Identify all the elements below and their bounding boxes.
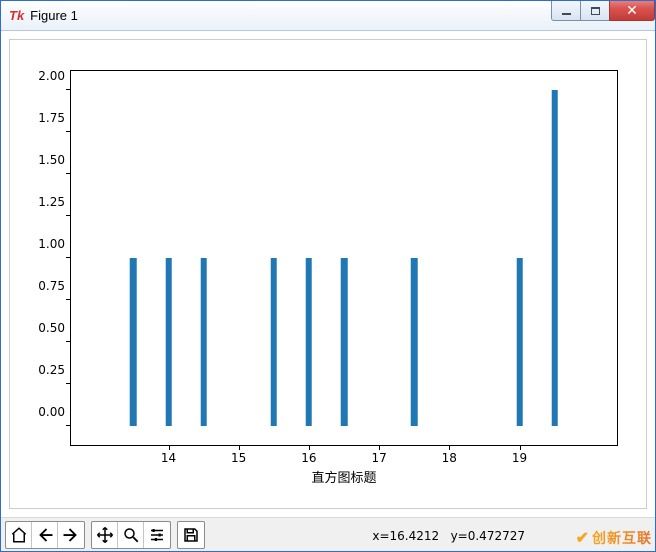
ytick-mark (66, 425, 71, 426)
ytick-mark (66, 383, 71, 384)
content-area: 直方图标题 0.00 0.25 0.50 0.75 1.00 1.25 1.50 1.75 2.… (1, 31, 655, 517)
chart-bar (551, 90, 558, 427)
ytick-label: 1.25 (38, 195, 71, 209)
cursor-coords: x=16.4212 y=0.472727 (372, 529, 525, 543)
figure-canvas[interactable]: 直方图标题 0.00 0.25 0.50 0.75 1.00 1.25 1.50 1.75 2.… (9, 39, 647, 509)
xtick-mark (520, 445, 521, 450)
sliders-icon (148, 526, 166, 544)
chart-bar (130, 258, 137, 426)
close-icon: ✕ (626, 2, 638, 19)
home-button[interactable] (6, 522, 32, 548)
arrow-left-icon (36, 526, 54, 544)
ytick-mark (66, 89, 71, 90)
chart-bar (271, 258, 278, 426)
configure-button[interactable] (144, 522, 170, 548)
chart-bar (516, 258, 523, 426)
xtick-mark (379, 445, 380, 450)
ytick-mark (66, 341, 71, 342)
arrow-right-icon (62, 526, 80, 544)
close-button[interactable]: ✕ (609, 1, 655, 21)
chart-bar (200, 258, 207, 426)
forward-button[interactable] (58, 522, 84, 548)
titlebar: Tk Figure 1 ✕ (1, 1, 655, 31)
xtick-mark (309, 445, 310, 450)
x-axis-label: 直方图标题 (311, 467, 376, 486)
ytick-mark (66, 215, 71, 216)
xtick-mark (449, 445, 450, 450)
ytick-label: 1.50 (38, 153, 71, 167)
save-button[interactable] (178, 522, 204, 548)
nav-toolbar: x=16.4212 y=0.472727 (1, 517, 655, 551)
ytick-label: 1.00 (38, 237, 71, 251)
coord-x: x=16.4212 (372, 529, 439, 543)
maximize-icon (591, 7, 600, 15)
app-window: Tk Figure 1 ✕ 直方图标题 0.00 0.25 0.50 0.75 1.00… (0, 0, 656, 552)
ytick-label: 2.00 (38, 69, 71, 83)
window-title: Figure 1 (30, 8, 552, 23)
coord-y: y=0.472727 (451, 529, 525, 543)
tk-logo-icon: Tk (9, 8, 24, 23)
magnifier-icon (122, 526, 140, 544)
zoom-group (91, 521, 171, 549)
ytick-mark (66, 257, 71, 258)
save-icon (182, 526, 200, 544)
maximize-button[interactable] (580, 1, 610, 21)
zoom-button[interactable] (118, 522, 144, 548)
window-buttons: ✕ (552, 1, 655, 30)
back-button[interactable] (32, 522, 58, 548)
xtick-mark (239, 445, 240, 450)
ytick-label: 0.00 (38, 405, 71, 419)
home-icon (10, 526, 28, 544)
chart-bar (411, 258, 418, 426)
move-icon (96, 526, 114, 544)
ytick-mark (66, 299, 71, 300)
ytick-label: 1.75 (38, 111, 71, 125)
minimize-icon (562, 13, 571, 15)
pan-button[interactable] (92, 522, 118, 548)
ytick-label: 0.75 (38, 279, 71, 293)
io-group (177, 521, 205, 549)
chart-bar (306, 258, 313, 426)
ytick-label: 0.25 (38, 363, 71, 377)
chart-bar (341, 258, 348, 426)
ytick-mark (66, 131, 71, 132)
ytick-mark (66, 173, 71, 174)
chart-bar (165, 258, 172, 426)
minimize-button[interactable] (551, 1, 581, 21)
nav-group (5, 521, 85, 549)
ytick-label: 0.50 (38, 321, 71, 335)
plot-axes: 直方图标题 0.000.250.500.751.001.251.501.752.… (70, 70, 618, 446)
xtick-mark (169, 445, 170, 450)
